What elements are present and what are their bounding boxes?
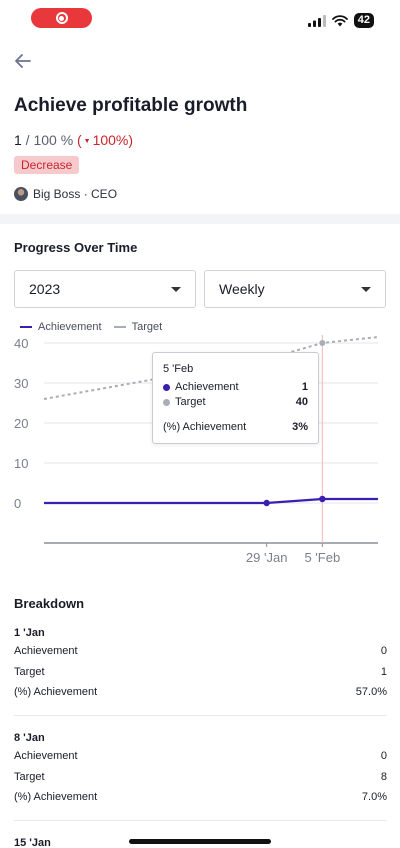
tooltip-target-label: Target [175, 396, 206, 408]
breakdown-divider [14, 819, 387, 821]
signal-icon [307, 14, 326, 27]
tooltip-target-dot [163, 398, 170, 406]
breakdown-date: 1 'Jan [14, 627, 45, 639]
change-open: ( [73, 132, 82, 148]
tooltip-date: 5 'Feb [163, 363, 194, 375]
decrease-triangle-icon: ▼ [81, 138, 93, 145]
breakdown-label: (%) Achievement [14, 791, 98, 803]
breakdown-title: Breakdown [14, 596, 85, 611]
legend-label-target: Target [131, 321, 163, 333]
chart-legend: Achievement Target [20, 321, 174, 333]
data-point-target [319, 340, 326, 346]
status-badge: Decrease [14, 156, 80, 174]
breakdown-value: 57.0% [355, 686, 387, 698]
change-close: ) [128, 132, 134, 148]
breakdown-row-achievement: Achievement 0 [14, 641, 387, 662]
goal-progress: 1 / 100 % ( ▼ 100%) [14, 132, 133, 148]
tooltip-achievement-dot [163, 383, 170, 391]
avatar [14, 187, 28, 201]
tooltip-pct-row: (%) Achievement 3% [163, 421, 308, 433]
tooltip-pct-label: (%) Achievement [163, 421, 247, 433]
goal-title: Achieve profitable growth [14, 95, 248, 116]
progress-separator: / [21, 132, 34, 148]
x-tick-label: 5 'Feb [304, 550, 340, 565]
data-point-achievement [263, 499, 270, 507]
legend-swatch-achievement [20, 326, 32, 328]
y-tick-label: 20 [14, 416, 28, 431]
breakdown-label: Achievement [14, 750, 78, 762]
period-select[interactable]: Weekly [204, 270, 386, 308]
breakdown-value: 8 [380, 770, 387, 783]
tooltip-pct-value: 3% [292, 421, 308, 433]
breakdown-value: 0 [380, 645, 387, 657]
status-bar: 42 [0, 0, 400, 40]
target-value: 100 [33, 132, 57, 148]
breakdown-group: 1 'Jan Achievement 0 Target 1 (%) Achiev… [14, 625, 387, 716]
legend-item-achievement[interactable]: Achievement [20, 321, 102, 333]
screen-recording-indicator[interactable] [31, 8, 92, 28]
breakdown-value: 7.0% [361, 791, 387, 803]
section-divider [0, 214, 400, 224]
goal-owner[interactable]: Big Boss · CEO [14, 187, 117, 201]
breakdown-row-target: Target 1 [14, 662, 387, 683]
legend-swatch-target [113, 326, 126, 328]
y-tick-label: 0 [14, 496, 21, 511]
tooltip-achievement-label: Achievement [175, 381, 239, 393]
breakdown-row-pct: (%) Achievement 57.0% [14, 682, 387, 703]
progress-unit: % [56, 132, 74, 148]
breakdown-divider [14, 714, 387, 716]
back-arrow-icon[interactable] [12, 50, 34, 72]
tooltip-target-value: 40 [295, 396, 308, 408]
breakdown-row-achievement: Achievement 0 [14, 746, 387, 767]
breakdown-label: (%) Achievement [14, 686, 98, 698]
tooltip-date-row: 5 'Feb [163, 363, 308, 375]
current-value: 1 [14, 132, 22, 148]
y-tick-label: 40 [14, 336, 28, 351]
chevron-down-icon [361, 286, 371, 292]
breakdown-label: Achievement [14, 645, 78, 657]
chart-tooltip: 5 'Feb Achievement 1 Target 40 (%) Achie… [152, 352, 319, 444]
breakdown-value: 0 [380, 750, 387, 762]
tooltip-achievement-row: Achievement 1 [163, 381, 308, 393]
owner-label: Big Boss · CEO [33, 187, 118, 201]
chevron-down-icon [171, 286, 181, 292]
year-select[interactable]: 2023 [14, 270, 196, 308]
data-point-achievement [319, 495, 326, 503]
legend-item-target[interactable]: Target [113, 321, 163, 333]
legend-label-achievement: Achievement [38, 321, 102, 333]
wifi-icon [331, 14, 348, 26]
breakdown-date: 8 'Jan [14, 732, 45, 744]
x-tick-label: 29 'Jan [246, 550, 288, 565]
series-line-achievement [44, 497, 378, 505]
tooltip-achievement-value: 1 [301, 381, 308, 393]
breakdown-value: 1 [380, 665, 387, 678]
breakdown-group: 8 'Jan Achievement 0 Target 8 (%) Achiev… [14, 730, 387, 821]
y-tick-label: 10 [14, 456, 28, 471]
breakdown-label: Target [14, 665, 45, 678]
change-value: 100% [92, 132, 129, 148]
year-select-value: 2023 [29, 281, 61, 297]
progress-section-title: Progress Over Time [14, 240, 138, 255]
status-icons: 42 [307, 13, 374, 28]
y-tick-label: 30 [14, 376, 28, 391]
breakdown-row-pct: (%) Achievement 7.0% [14, 787, 387, 808]
breakdown-label: Target [14, 770, 45, 783]
home-indicator[interactable] [129, 839, 271, 844]
tooltip-target-row: Target 40 [163, 396, 308, 408]
period-select-value: Weekly [219, 281, 265, 297]
breakdown-row-target: Target 8 [14, 767, 387, 788]
battery-indicator: 42 [353, 13, 374, 28]
record-icon [55, 12, 68, 24]
